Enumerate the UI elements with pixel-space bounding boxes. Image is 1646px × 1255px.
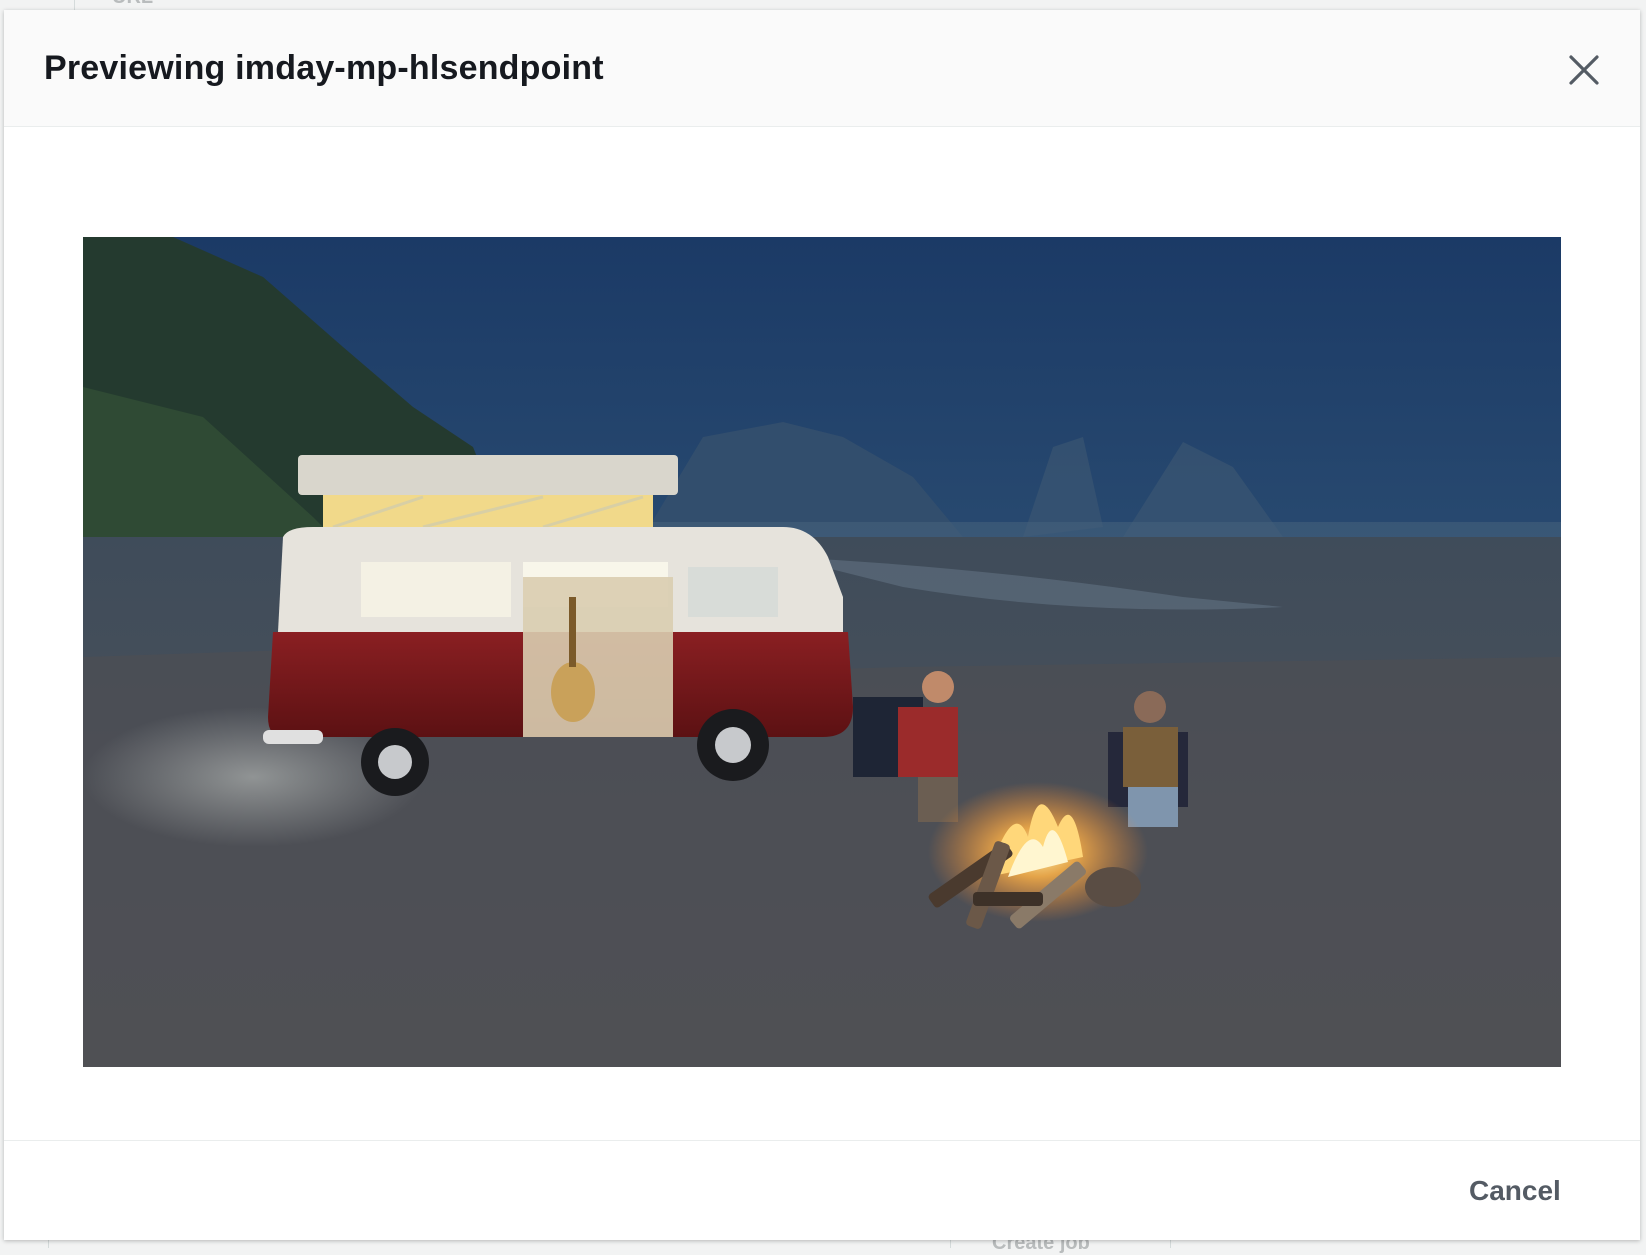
background-divider	[1170, 1240, 1171, 1248]
background-divider	[48, 1240, 49, 1248]
background-divider	[950, 1240, 951, 1248]
video-frame	[83, 237, 1561, 1067]
modal-header: Previewing imday-mp-hlsendpoint	[4, 10, 1640, 127]
background-url-label: URL	[112, 0, 153, 9]
cancel-button[interactable]: Cancel	[1449, 1167, 1581, 1215]
modal-footer: Cancel	[4, 1140, 1640, 1240]
close-icon	[1569, 55, 1599, 85]
modal-body	[4, 127, 1640, 1140]
video-player[interactable]	[83, 237, 1561, 1067]
close-button[interactable]	[1562, 48, 1606, 92]
modal-title: Previewing imday-mp-hlsendpoint	[44, 49, 604, 87]
background-divider	[74, 0, 75, 10]
preview-modal: Previewing imday-mp-hlsendpoint Cancel	[4, 10, 1640, 1240]
